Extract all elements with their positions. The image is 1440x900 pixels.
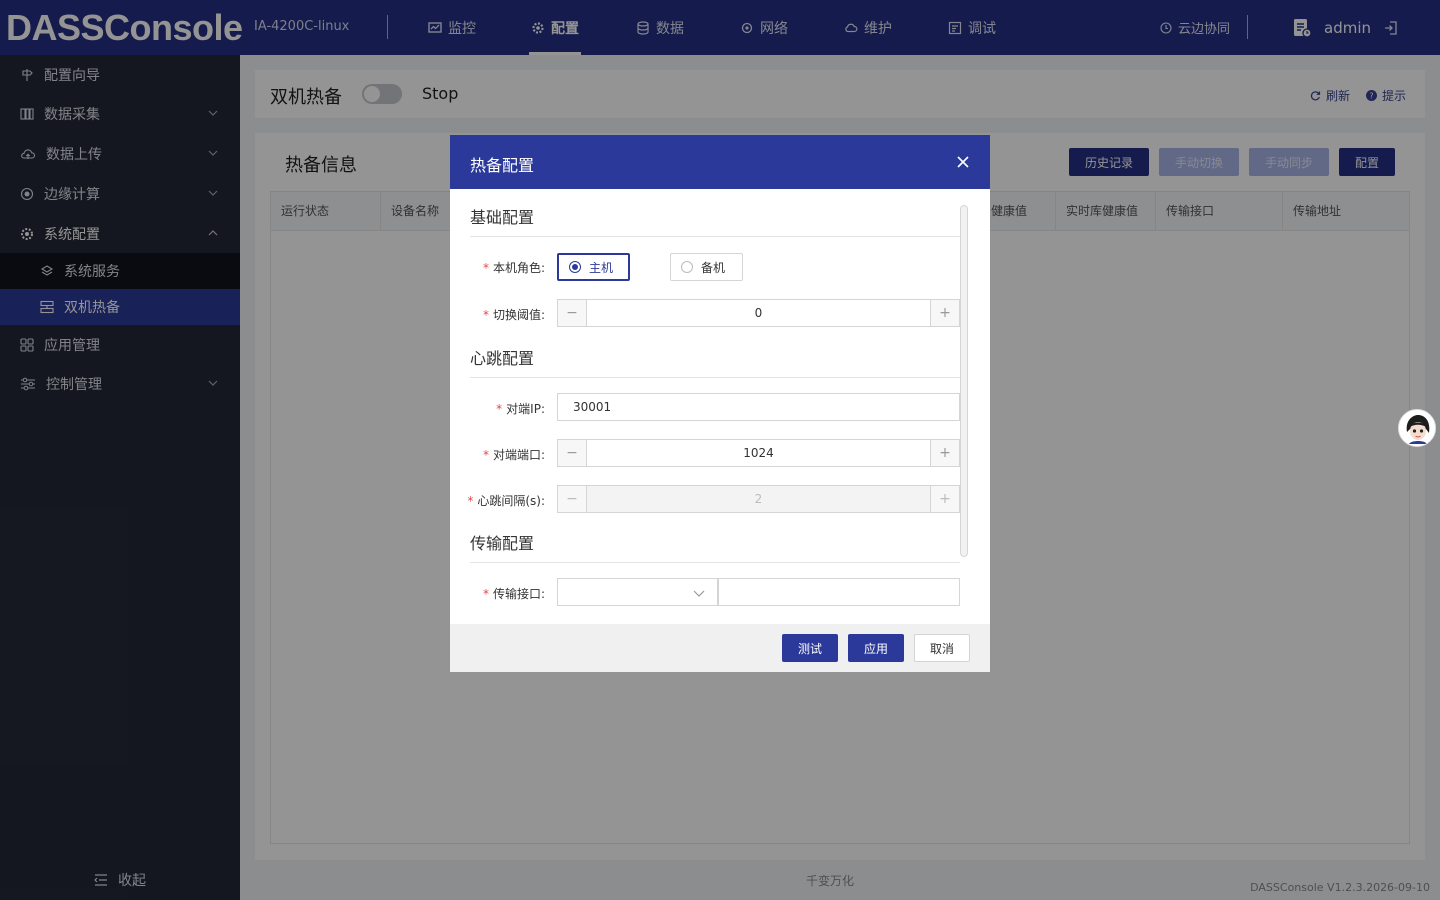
- test-button[interactable]: 测试: [782, 634, 838, 662]
- role-master-label: 主机: [589, 260, 614, 275]
- radio-dot: [681, 261, 693, 273]
- threshold-label-text: 切换阈值:: [492, 308, 545, 322]
- decrement-button[interactable]: −: [558, 440, 587, 466]
- heartbeat-label-text: 心跳间隔(s):: [477, 494, 545, 508]
- radio-dot: [569, 261, 581, 273]
- cancel-button[interactable]: 取消: [914, 634, 970, 662]
- threshold-value[interactable]: 0: [588, 300, 929, 326]
- peer-port-value[interactable]: 1024: [588, 440, 929, 466]
- increment-button: +: [930, 486, 959, 512]
- peer-port-stepper[interactable]: − 1024 +: [557, 439, 960, 467]
- hotstandby-config-dialog: 热备配置 基础配置 * 本机角色: 主机 备机 * 切换阈值: − 0 + 心跳配置…: [450, 135, 990, 672]
- increment-button[interactable]: +: [930, 440, 959, 466]
- heartbeat-value: 2: [754, 492, 763, 506]
- peer-port-label-text: 对端端口:: [492, 448, 545, 462]
- peer-ip-label: * 对端IP:: [496, 402, 545, 416]
- close-icon[interactable]: [956, 155, 970, 169]
- divider: [470, 236, 960, 237]
- dialog-footer: 测试 应用 取消: [450, 624, 990, 672]
- peer-port-label: * 对端端口:: [482, 448, 545, 462]
- dialog-title: 热备配置: [470, 156, 535, 175]
- increment-button[interactable]: +: [930, 300, 959, 326]
- heartbeat-label: * 心跳间隔(s):: [467, 494, 545, 508]
- decrement-button: −: [558, 486, 587, 512]
- assistant-avatar[interactable]: [1398, 409, 1436, 447]
- decrement-button[interactable]: −: [558, 300, 587, 326]
- section-transport: 传输配置: [470, 534, 535, 553]
- section-basic: 基础配置: [470, 208, 535, 227]
- dialog-scrollbar[interactable]: [960, 205, 968, 557]
- role-label-text: 本机角色:: [492, 261, 545, 275]
- role-backup-radio[interactable]: 备机: [670, 253, 743, 281]
- dialog-header: 热备配置: [450, 135, 990, 189]
- role-label: * 本机角色:: [482, 261, 545, 275]
- heartbeat-stepper: − 2 +: [557, 485, 960, 513]
- apply-button[interactable]: 应用: [848, 634, 904, 662]
- divider: [470, 377, 960, 378]
- role-master-radio[interactable]: 主机: [557, 253, 630, 281]
- peer-ip-label-text: 对端IP:: [506, 402, 545, 416]
- peer-ip-input[interactable]: 30001: [557, 393, 960, 421]
- threshold-label: * 切换阈值:: [482, 308, 545, 322]
- role-backup-label: 备机: [701, 260, 726, 275]
- iface-label: * 传输接口:: [482, 587, 545, 601]
- dialog-body: 基础配置 * 本机角色: 主机 备机 * 切换阈值: − 0 + 心跳配置 * 对端I…: [450, 189, 990, 624]
- iface-label-text: 传输接口:: [492, 587, 545, 601]
- threshold-stepper[interactable]: − 0 +: [557, 299, 960, 327]
- divider: [470, 562, 960, 563]
- chevron-down-icon: [693, 590, 705, 597]
- iface-address-input[interactable]: [718, 578, 960, 606]
- iface-select[interactable]: [557, 578, 718, 606]
- section-heartbeat: 心跳配置: [470, 349, 535, 368]
